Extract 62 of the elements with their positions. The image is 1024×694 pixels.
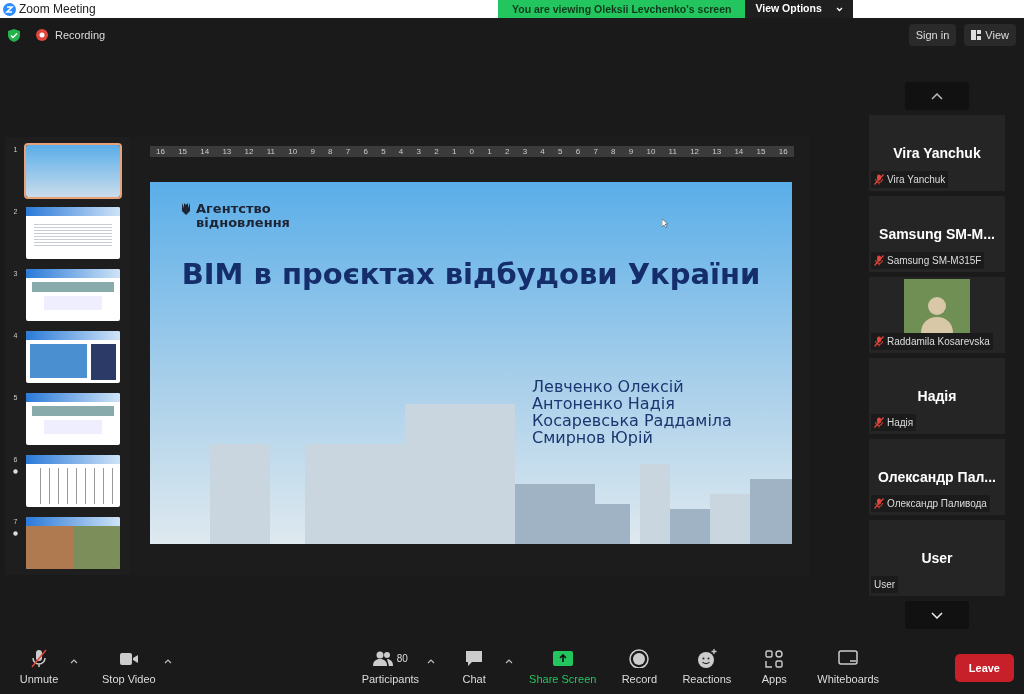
view-button[interactable]: View: [964, 23, 1016, 47]
caret-up-icon: [505, 658, 514, 664]
trident-emblem-icon: [182, 202, 190, 216]
slide-thumbnail[interactable]: [26, 207, 120, 259]
share-screen-button[interactable]: Share Screen: [523, 646, 603, 690]
caret-up-icon: [70, 658, 78, 664]
sign-in-button[interactable]: Sign in: [908, 23, 957, 47]
participant-name: Надія: [917, 386, 957, 406]
participant-name: Олександр Паливода: [887, 497, 987, 511]
participant-name: Vira Yanchuk: [893, 143, 981, 163]
slide-thumbnail[interactable]: [26, 393, 120, 445]
participant-count: 80: [396, 651, 408, 666]
whiteboard-icon: [838, 648, 859, 668]
view-options-button[interactable]: View Options: [745, 0, 853, 18]
record-icon: [629, 648, 650, 668]
muted-mic-icon: [29, 648, 49, 668]
caret-up-icon: [163, 658, 172, 664]
participant-name: Samsung SM-M315F: [887, 254, 982, 268]
window-title: Zoom Meeting: [19, 1, 96, 18]
slide-thumbnail[interactable]: [26, 517, 120, 569]
author-name: Смирнов Юрій: [532, 429, 653, 446]
stop-video-button[interactable]: Stop Video: [96, 646, 162, 690]
participant-name: User: [874, 578, 896, 592]
record-button[interactable]: Record: [610, 646, 669, 690]
whiteboards-button[interactable]: Whiteboards: [811, 646, 886, 690]
logo-text: відновлення: [196, 216, 290, 230]
apps-button[interactable]: Apps: [745, 646, 804, 690]
unmute-button[interactable]: Unmute: [10, 646, 68, 690]
participants-button[interactable]: 80 Participants: [355, 646, 426, 690]
author-name: Левченко Олексій: [532, 378, 685, 395]
share-screen-icon: [552, 648, 573, 668]
chevron-down-icon: [835, 6, 843, 12]
shield-icon: [8, 28, 20, 42]
speech-bubble-icon: [464, 648, 485, 668]
logo-text: Агентство: [196, 202, 272, 216]
participant-name: Samsung SM-M...: [879, 224, 995, 244]
recording-label: Recording: [55, 27, 106, 43]
leave-button[interactable]: Leave: [954, 653, 1014, 683]
author-name: Антоненко Надія: [532, 395, 676, 412]
participant-name: User: [921, 548, 953, 568]
slide-thumbnail[interactable]: [26, 331, 120, 383]
chevron-up-icon: [931, 92, 943, 100]
smiley-plus-icon: [696, 648, 717, 668]
chevron-down-icon: [931, 611, 943, 619]
slide-thumbnail[interactable]: [26, 455, 120, 507]
ruler: 16 15 14 13 12 11 10 9 8 7 6 5 4 3 2 1 0 1 2 3 4 5 6 7 8 9 10 11 12 13 14 15 16: [150, 146, 794, 157]
participant-name: Raddamila Kosarevska: [887, 335, 990, 349]
sharing-banner: You are viewing Oleksii Levchenko's screen: [498, 0, 746, 18]
author-name: Косаревська Раддаміла: [532, 412, 732, 429]
participant-name: Олександр Пал...: [878, 467, 996, 487]
participant-name: Vira Yanchuk: [887, 173, 946, 187]
chat-button[interactable]: Chat: [445, 646, 504, 690]
layout-icon: [971, 30, 982, 40]
recording-icon: [36, 29, 48, 41]
slide-thumbnail[interactable]: [26, 269, 120, 321]
apps-icon: [764, 648, 785, 668]
reactions-button[interactable]: Reactions: [676, 646, 738, 690]
caret-up-icon: [427, 658, 436, 664]
participant-name: Надія: [887, 416, 914, 430]
slide-title: ВІМ в проєктах відбудови України: [180, 256, 762, 293]
mouse-pointer-icon: [662, 219, 668, 228]
slide-thumbnail[interactable]: [26, 145, 120, 197]
